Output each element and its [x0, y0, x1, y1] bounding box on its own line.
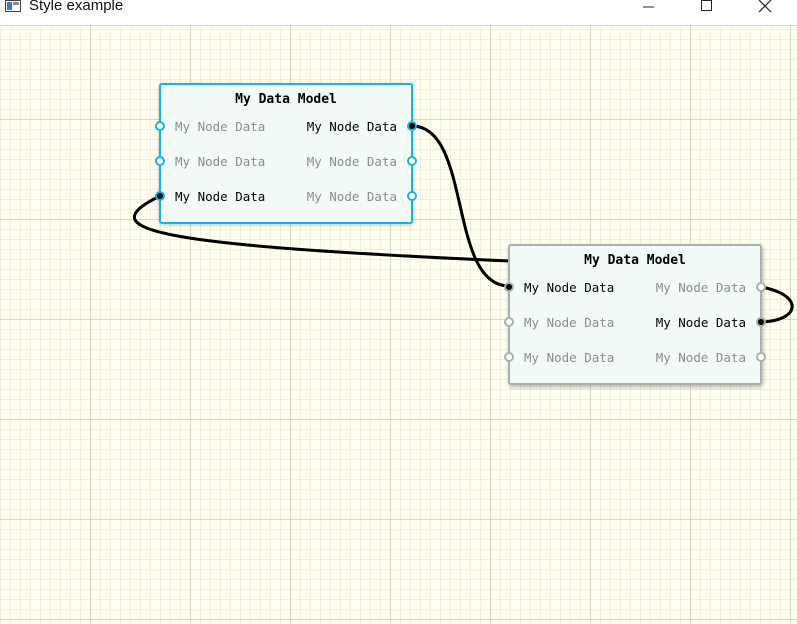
output-port-label: My Node Data [306, 119, 397, 134]
input-port[interactable] [155, 121, 165, 131]
input-port-label: My Node Data [175, 154, 266, 169]
input-port[interactable] [155, 156, 165, 166]
input-port-label: My Node Data [524, 350, 615, 365]
output-port-label: My Node Data [655, 280, 746, 295]
input-port[interactable] [504, 317, 514, 327]
input-port-label: My Node Data [524, 280, 615, 295]
input-port-connected[interactable] [504, 282, 514, 292]
output-port-label: My Node Data [306, 189, 397, 204]
connection-wire[interactable] [760, 285, 794, 324]
output-port-connected[interactable] [407, 121, 417, 131]
output-port[interactable] [756, 352, 766, 362]
node-title: My Data Model [584, 253, 686, 268]
output-port[interactable] [407, 156, 417, 166]
connection-wire[interactable] [411, 124, 510, 288]
output-port[interactable] [756, 282, 766, 292]
data-model-node[interactable]: My Data Model My Node Data My Node Data … [508, 244, 762, 385]
output-port-label: My Node Data [655, 350, 746, 365]
output-port-label: My Node Data [655, 315, 746, 330]
output-port-connected[interactable] [756, 317, 766, 327]
input-port[interactable] [504, 352, 514, 362]
input-port-label: My Node Data [175, 119, 266, 134]
node-title: My Data Model [235, 92, 337, 107]
output-port[interactable] [407, 191, 417, 201]
data-model-node[interactable]: My Data Model My Node Data My Node Data … [159, 83, 413, 224]
output-port-label: My Node Data [306, 154, 397, 169]
input-port-label: My Node Data [175, 189, 266, 204]
input-port-connected[interactable] [155, 191, 165, 201]
input-port-label: My Node Data [524, 315, 615, 330]
